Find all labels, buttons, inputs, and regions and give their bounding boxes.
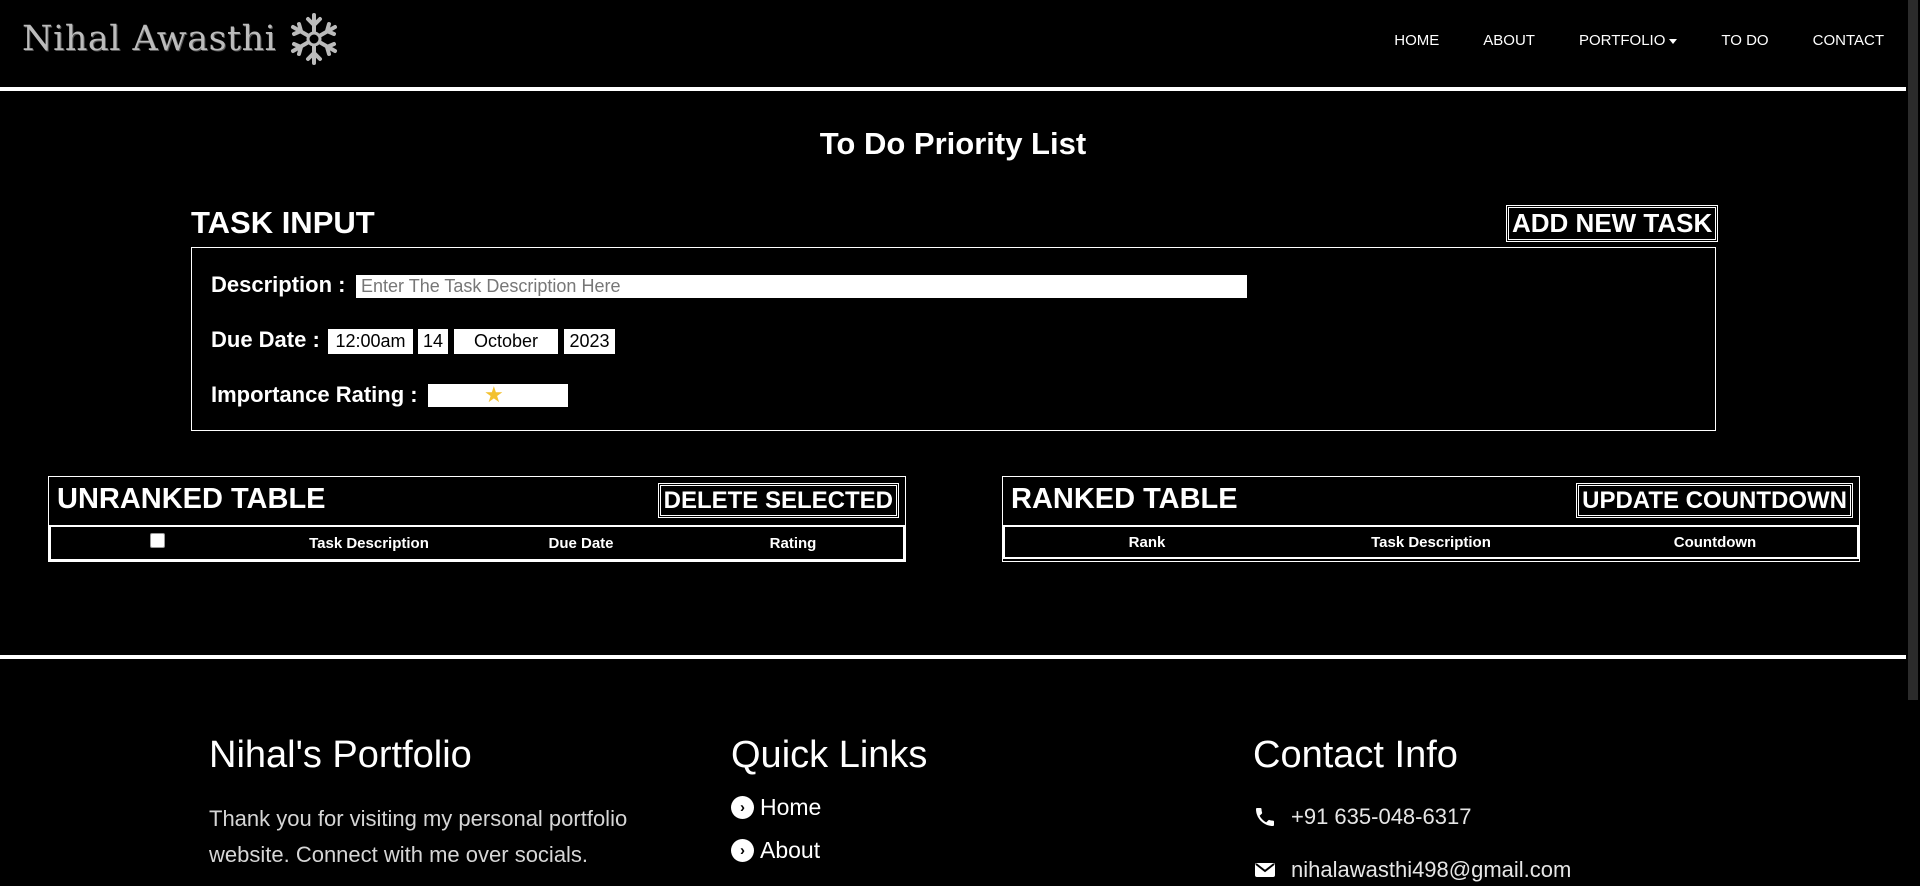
contact-email[interactable]: nihalawasthi498@gmail.com bbox=[1253, 857, 1571, 883]
footer-portfolio-text: Thank you for visiting my personal portf… bbox=[209, 806, 628, 867]
quick-link-about-label: About bbox=[760, 836, 821, 863]
nav-home[interactable]: HOME bbox=[1394, 32, 1439, 49]
brand-name: Nihal Awasthi bbox=[22, 19, 277, 59]
col-countdown: Countdown bbox=[1673, 533, 1757, 551]
quick-links-title: Quick Links bbox=[731, 734, 928, 776]
task-input-form: Description : Enter The Task Description… bbox=[191, 247, 1716, 431]
ranked-table-header: Rank Task Description Countdown bbox=[1003, 525, 1859, 559]
quick-link-home[interactable]: › Home bbox=[731, 794, 927, 820]
nav-portfolio-label: PORTFOLIO bbox=[1578, 32, 1666, 49]
page-title: To Do Priority List bbox=[819, 126, 1087, 161]
phone-icon bbox=[1256, 808, 1274, 826]
due-year-select[interactable]: 2023 bbox=[564, 329, 615, 354]
email-address: nihalawasthi498@gmail.com bbox=[1291, 857, 1572, 882]
site-header: Nihal Awasthi HOME ABOUT PORTFOLIO TO DO… bbox=[0, 0, 1906, 88]
quick-link-about[interactable]: › About bbox=[731, 837, 927, 863]
due-time-select[interactable]: 12:00am bbox=[328, 329, 413, 354]
unranked-table-header: Task Description Due Date Rating bbox=[49, 525, 905, 561]
caret-down-icon bbox=[1669, 38, 1678, 44]
due-day-select[interactable]: 14 bbox=[418, 329, 448, 354]
add-new-task-button[interactable]: ADD NEW TASK bbox=[1506, 205, 1719, 243]
col-rank: Rank bbox=[1128, 533, 1166, 551]
due-month-select[interactable]: October bbox=[454, 329, 558, 354]
due-date-label: Due Date : bbox=[211, 327, 320, 352]
brand-logo[interactable]: Nihal Awasthi bbox=[22, 8, 342, 70]
importance-rating-input[interactable]: ★ bbox=[428, 383, 568, 407]
update-countdown-button[interactable]: UPDATE COUNTDOWN bbox=[1576, 483, 1853, 519]
ranked-table: RANKED TABLE UPDATE COUNTDOWN Rank Task … bbox=[1002, 476, 1860, 562]
task-input-title: TASK INPUT bbox=[191, 205, 375, 240]
col-ranked-task-description: Task Description bbox=[1371, 533, 1491, 551]
quick-link-home-label: Home bbox=[760, 793, 822, 820]
nav-about[interactable]: ABOUT bbox=[1483, 32, 1535, 49]
footer-contact: Contact Info +91 635-048-6317 nihalawast… bbox=[1253, 734, 1571, 883]
col-due-date: Due Date bbox=[548, 534, 614, 552]
phone-number: +91 635-048-6317 bbox=[1291, 804, 1472, 829]
ranked-table-title: RANKED TABLE bbox=[1011, 483, 1238, 515]
contact-phone[interactable]: +91 635-048-6317 bbox=[1253, 804, 1571, 830]
select-all-checkbox[interactable] bbox=[149, 532, 165, 548]
footer-quick-links: Quick Links › Home › About bbox=[731, 734, 927, 863]
header-divider bbox=[0, 87, 1906, 91]
footer-divider bbox=[0, 655, 1906, 659]
scrollbar-thumb[interactable] bbox=[1908, 0, 1918, 700]
main-nav: HOME ABOUT PORTFOLIO TO DO CONTACT bbox=[1394, 32, 1884, 49]
delete-selected-button[interactable]: DELETE SELECTED bbox=[657, 483, 899, 519]
description-input[interactable]: Enter The Task Description Here bbox=[356, 275, 1247, 298]
unranked-table-title: UNRANKED TABLE bbox=[57, 483, 326, 515]
contact-info-title: Contact Info bbox=[1253, 734, 1458, 776]
chevron-right-icon: › bbox=[731, 838, 754, 862]
envelope-icon bbox=[1255, 863, 1275, 877]
nav-contact[interactable]: CONTACT bbox=[1813, 32, 1884, 49]
snowflake-icon bbox=[291, 13, 338, 65]
footer-portfolio-title: Nihal's Portfolio bbox=[209, 734, 472, 776]
page-scrollbar[interactable] bbox=[1906, 0, 1920, 886]
nav-todo[interactable]: TO DO bbox=[1721, 32, 1768, 49]
footer-portfolio: Nihal's Portfolio Thank you for visiting… bbox=[209, 734, 669, 873]
chevron-right-icon: › bbox=[731, 795, 754, 819]
unranked-table: UNRANKED TABLE DELETE SELECTED Task Desc… bbox=[48, 476, 906, 562]
col-task-description: Task Description bbox=[309, 534, 429, 552]
star-icon[interactable]: ★ bbox=[484, 383, 504, 407]
importance-rating-label: Importance Rating : bbox=[211, 382, 418, 407]
col-rating: Rating bbox=[769, 534, 817, 552]
select-all-cell bbox=[51, 532, 263, 548]
nav-portfolio[interactable]: PORTFOLIO bbox=[1578, 32, 1678, 49]
description-label: Description : bbox=[211, 272, 346, 297]
